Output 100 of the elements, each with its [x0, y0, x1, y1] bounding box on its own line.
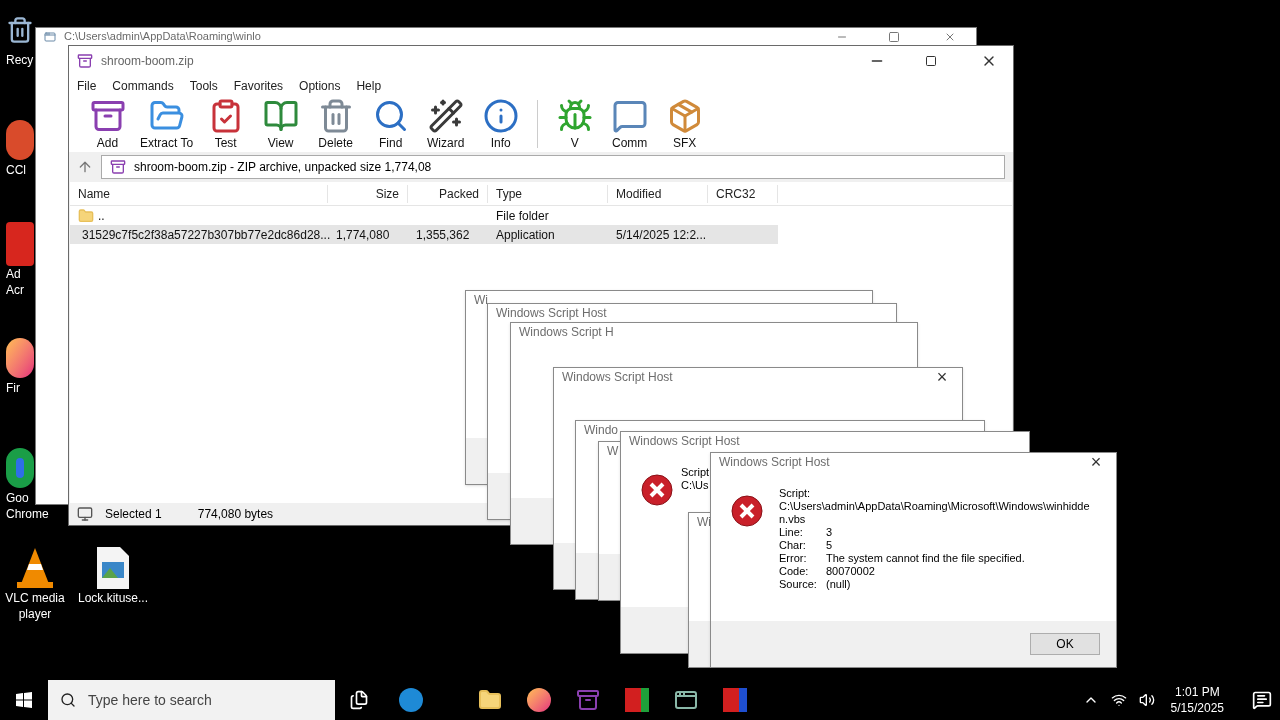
desktop-icon-label: VLC media: [5, 590, 65, 606]
desktop-icon[interactable]: [6, 446, 34, 490]
menu-item[interactable]: Commands: [112, 77, 174, 95]
app-icon: [77, 53, 93, 69]
desktop-icon-label: Fir: [6, 380, 20, 396]
field-label: Line:: [779, 526, 804, 539]
archive-icon: [110, 159, 126, 175]
table-cell-text: 31529c7f5c2f38a57227b307bb77e2dc86d28...: [82, 226, 331, 244]
up-icon[interactable]: [77, 159, 93, 175]
taskbar-app-icon[interactable]: [399, 688, 423, 712]
volume-icon[interactable]: [1138, 692, 1155, 708]
desktop-icon-label: Goo: [6, 490, 29, 506]
field-label: Source:: [779, 578, 818, 591]
close-button[interactable]: ×: [922, 368, 962, 386]
table-cell-text: File folder: [496, 207, 549, 225]
status-text: Selected 1: [105, 506, 162, 523]
message-text: Script:: [779, 487, 812, 500]
address-text: shroom-boom.zip - ZIP archive, unpacked size 1,774,08: [134, 159, 432, 176]
archive-icon: [89, 98, 126, 134]
table-cell-text: 1,774,080: [336, 226, 390, 244]
desktop-icon-label: Recy: [6, 52, 34, 68]
dialog-title: Wi: [474, 293, 488, 307]
column-header[interactable]: Size: [328, 184, 408, 203]
taskbar-window-icon[interactable]: [674, 688, 698, 712]
toolbar-button[interactable]: Test: [199, 98, 253, 152]
taskbar-folder-icon[interactable]: [478, 688, 502, 712]
toolbar-button[interactable]: View: [254, 98, 308, 152]
close-button[interactable]: ×: [1076, 453, 1116, 471]
dialog-title: Windows Script Host: [629, 434, 740, 448]
menu-item[interactable]: File: [77, 77, 97, 95]
table-cell-text: 5/14/2025 12:2...: [616, 226, 707, 244]
field-value: The system cannot find the file specified.: [826, 552, 1025, 565]
error-icon: [641, 474, 673, 506]
field-label: Code:: [779, 565, 810, 578]
column-header[interactable]: CRC32: [708, 184, 778, 203]
address-bar[interactable]: shroom-boom.zip - ZIP archive, unpacked size 1,774,08: [101, 155, 1005, 179]
ok-button[interactable]: OK: [1030, 633, 1100, 655]
window-title: C:\Users\admin\AppData\Roaming\winlo: [64, 30, 262, 43]
column-header[interactable]: Name: [70, 184, 328, 203]
dialog-title: Windows Script Host: [562, 370, 673, 384]
window-title: shroom-boom.zip: [101, 53, 195, 70]
column-header[interactable]: Type: [488, 184, 608, 203]
toolbar-button[interactable]: Find: [364, 98, 418, 152]
dialog-title: Windows Script Host: [719, 455, 830, 469]
dialog-title: Windows Script H: [519, 325, 614, 339]
field-value: 5: [826, 539, 833, 552]
toolbar-button[interactable]: Wizard: [419, 98, 473, 152]
dialog-title: W: [607, 444, 619, 458]
window-icon: [44, 30, 56, 43]
task-view-icon[interactable]: [349, 690, 369, 710]
menu-item[interactable]: Tools: [189, 77, 218, 95]
search-placeholder: Type here to search: [88, 690, 212, 710]
desktop-icon-label: Ad: [6, 266, 21, 282]
windows-icon: [16, 692, 32, 708]
script-path: C:\Users\admin\AppData\Roaming\Microsoft\Windows\winhidden.vbs: [779, 500, 1091, 526]
dialog-title: Windo: [584, 423, 618, 437]
toolbar-button[interactable]: V: [548, 98, 602, 152]
toolbar-button[interactable]: Comm: [603, 98, 657, 152]
desktop-icon-label: Chrome: [6, 506, 49, 522]
wand-icon: [427, 98, 464, 134]
taskbar-browser-icon[interactable]: [527, 688, 551, 712]
clock-time[interactable]: 1:01 PM: [1174, 684, 1220, 700]
desktop-icon-label: player: [18, 606, 52, 622]
search-field[interactable]: Type here to search: [48, 680, 335, 720]
toolbar-button[interactable]: Extract To: [136, 98, 198, 152]
toolbar-button[interactable]: Info: [474, 98, 528, 152]
desktop-icon-label: Acr: [6, 282, 24, 298]
maximize-icon[interactable]: [925, 55, 937, 67]
status-text: 774,080 bytes: [197, 506, 274, 523]
search-icon: [60, 692, 76, 708]
network-icon[interactable]: [1110, 692, 1127, 708]
dialog-title: Windows Script Host: [496, 306, 607, 320]
message-text: C:\Us: [681, 479, 710, 492]
desktop-icon-label: CCl: [6, 162, 26, 178]
desktop-icon-label: Lock.kituse...: [78, 590, 148, 606]
field-label: Error:: [779, 552, 808, 565]
toolbar-button[interactable]: Delete: [309, 98, 363, 152]
menu-item[interactable]: Favorites: [233, 77, 284, 95]
toolbar-button[interactable]: Add: [81, 98, 134, 152]
error-icon: [731, 495, 763, 527]
book-icon: [262, 98, 299, 134]
taskbar-archive-icon[interactable]: [576, 688, 600, 712]
menu-item[interactable]: Help: [356, 77, 382, 95]
field-value: 80070002: [826, 565, 875, 578]
notification-icon[interactable]: [1252, 690, 1272, 710]
table-cell-text: 1,355,362: [416, 226, 470, 244]
table-cell-text: Application: [496, 226, 555, 244]
column-header[interactable]: Modified: [608, 184, 708, 203]
clock-date[interactable]: 5/15/2025: [1170, 700, 1224, 716]
speech-bubble-icon: [611, 98, 648, 134]
info-icon: [482, 98, 519, 134]
desktop-icon[interactable]: [6, 336, 34, 380]
file-row[interactable]: .. File folder: [70, 206, 778, 225]
toolbar-button[interactable]: SFX: [658, 98, 712, 152]
file-row[interactable]: 31529c7f5c2f38a57227b307bb77e2dc86d28... 1,774,080 1,355,362 Application 5/14/2025 12:2...: [70, 225, 778, 244]
column-header[interactable]: Packed: [408, 184, 488, 203]
dialog-title: Wi: [697, 515, 711, 529]
field-value: (null): [826, 578, 851, 591]
table-cell-text: ..: [98, 207, 105, 225]
menu-item[interactable]: Options: [299, 77, 341, 95]
